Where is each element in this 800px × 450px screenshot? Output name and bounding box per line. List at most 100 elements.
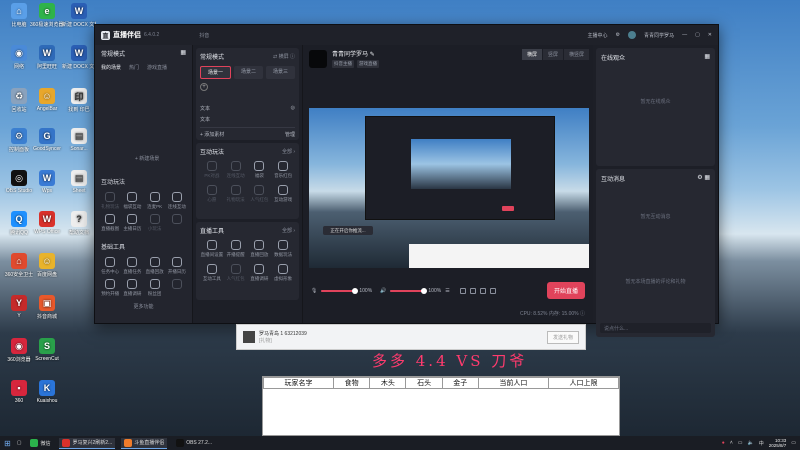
user-name[interactable]: 青青同学罗马 [644, 32, 674, 39]
desktop-shortcut[interactable]: G GoodSyncer [30, 128, 64, 152]
taskbar-app[interactable]: OBS 27.2... [173, 438, 215, 449]
scene-tab-1[interactable]: 场景一 [200, 66, 231, 79]
tool-item[interactable]: 直播间设置 [200, 240, 224, 258]
user-avatar[interactable] [628, 31, 637, 39]
tool-item[interactable]: 开播提醒 [224, 240, 248, 258]
tab-game[interactable]: 游戏直播 [147, 64, 167, 71]
desktop-shortcut[interactable]: W 新建 DOCX 文档 (2).docx [62, 45, 96, 70]
anchor-center-link[interactable]: 主播中心 [588, 32, 608, 39]
scene-tab-2[interactable]: 场景二 [234, 66, 263, 79]
clock[interactable]: 10:33 2025/8/7 [769, 438, 787, 448]
tab-my-scenes[interactable]: 我的场景 [101, 64, 121, 71]
network-icon[interactable]: ▭ [738, 440, 743, 446]
taskbar-app[interactable]: 微信 [27, 438, 53, 449]
tool-item[interactable]: 任务中心 [99, 257, 121, 275]
desktop-shortcut[interactable]: ☺ 百度网盘 [30, 253, 64, 278]
tool-item[interactable] [166, 279, 188, 297]
eye-icon[interactable]: ◎ [291, 105, 295, 112]
taskbar-app[interactable]: 罗马复兴2刷新2... [59, 437, 116, 449]
desktop-shortcut[interactable]: S ScreenCut [30, 338, 64, 362]
new-scene-button[interactable]: + 新建场景 [135, 155, 159, 162]
tool-item[interactable]: 福袋互动 [121, 192, 143, 210]
taskbar-app[interactable]: 斗鱼直播伴侣 [121, 437, 168, 449]
close-icon[interactable]: ✕ [708, 32, 712, 38]
tool-item[interactable]: 主播日历 [121, 214, 143, 232]
mode-landscape[interactable]: 横屏 [521, 49, 542, 60]
source-row-1[interactable]: 文本 ◎ [200, 103, 295, 114]
tool-item[interactable]: 直播回放 [248, 240, 272, 258]
tab-hot[interactable]: 热门 [129, 64, 139, 71]
screenshot-icon[interactable] [469, 287, 476, 294]
tool-item[interactable]: 预约开播 [99, 279, 121, 297]
message-input[interactable]: 说点什么... [600, 323, 711, 333]
tool-item[interactable]: 直播任务 [121, 257, 143, 275]
desktop-shortcut[interactable]: 印找到 印巴 [62, 88, 96, 113]
tool-item[interactable]: PK对战 [200, 161, 224, 179]
interactive-more-link[interactable]: 全部 › [282, 148, 295, 155]
tool-item[interactable]: 数据玩法 [271, 240, 295, 258]
start-live-button[interactable]: 开始直播 [546, 282, 585, 299]
desktop-shortcut[interactable]: ▤ Sheet [62, 170, 96, 194]
speaker-icon[interactable]: 🔊 [380, 288, 386, 294]
tool-item[interactable] [166, 214, 188, 232]
tool-item[interactable]: 人气红包 [248, 185, 272, 203]
anchor-avatar[interactable] [309, 49, 327, 68]
tool-item[interactable]: 人气红包 [224, 264, 248, 282]
add-scene-icon[interactable]: + [200, 83, 208, 91]
tool-item[interactable]: 连线互动 [166, 192, 188, 210]
viewers-expand-icon[interactable]: ▦ [704, 53, 710, 62]
volume-icon[interactable]: 🔈 [747, 440, 753, 446]
send-gift-button[interactable]: 发送礼物 [546, 330, 579, 344]
tool-item[interactable]: 互动工具 [200, 264, 224, 282]
minimize-icon[interactable]: — [682, 32, 687, 38]
settings-icon[interactable]: ⚙ [616, 32, 620, 38]
tool-item[interactable]: 心愿 [200, 185, 224, 203]
scene-tab-3[interactable]: 场景三 [266, 66, 295, 79]
anchor-tag[interactable]: 游戏直播 [357, 60, 379, 68]
manage-source-button[interactable]: 管理 [285, 131, 295, 138]
more-features-button[interactable]: 更多功能 [95, 303, 192, 310]
tool-item[interactable]: 音乐红包 [271, 161, 295, 179]
tool-item[interactable]: 虚拟形象 [271, 264, 295, 282]
anchor-tag[interactable]: 抖音主播 [332, 60, 354, 68]
desktop-shortcut[interactable]: W 新建 DOCX 文档.docx [62, 3, 96, 28]
desktop-shortcut[interactable]: e 360极速浏览器X [30, 3, 64, 28]
tool-item[interactable]: 福袋 [248, 161, 272, 179]
add-source-button[interactable]: + 添加素材 [200, 131, 224, 138]
stream-preview[interactable]: 正在开启你推流... ➤ [309, 108, 589, 268]
tray-up-icon[interactable]: ˄ [730, 440, 733, 446]
mode-portrait[interactable]: 竖屏 [542, 49, 563, 60]
tool-item[interactable]: 直播回放 [144, 257, 166, 275]
tool-item[interactable]: 粉丝团 [144, 279, 166, 297]
speaker-slider[interactable] [390, 287, 428, 294]
notification-icon[interactable]: ▭ [791, 440, 796, 446]
tool-item[interactable]: 直播调研 [248, 264, 272, 282]
source-row-2[interactable]: 文本 [200, 114, 295, 125]
desktop-shortcut[interactable]: K Kuaishou [30, 380, 64, 404]
settings-small-icon[interactable] [489, 287, 496, 294]
start-icon[interactable]: ⊞ [4, 439, 11, 448]
desktop-shortcut[interactable]: ? 帮助文档 [62, 211, 96, 236]
orientation-toggle[interactable]: ⇄ 横屏 ⓘ [273, 53, 295, 60]
grid-icon[interactable]: ▦ [180, 49, 186, 58]
speaker-slider-knob[interactable] [421, 287, 428, 294]
desktop-shortcut[interactable]: ▣ 抖音商城 [30, 295, 64, 320]
mic-slider[interactable] [321, 287, 359, 294]
desktop-shortcut[interactable]: W 阿里旺旺 [30, 45, 64, 70]
desktop-shortcut[interactable]: W Wps [30, 170, 64, 194]
tray-app-icon[interactable]: ● [722, 440, 725, 446]
edit-icon[interactable]: ✎ [370, 52, 375, 58]
tool-item[interactable]: 小玩法 [144, 214, 166, 232]
task-view-icon[interactable]: ▢ [17, 440, 22, 446]
tool-item[interactable]: 礼物玩法 [99, 192, 121, 210]
tool-item[interactable]: 开播日历 [166, 257, 188, 275]
record-icon[interactable] [459, 287, 466, 294]
camera-icon[interactable] [479, 287, 486, 294]
desktop-shortcut[interactable]: ☺ AngelBar [30, 88, 64, 112]
mixer-icon[interactable]: ☰ [445, 288, 449, 294]
mode-both[interactable]: 横竖屏 [563, 49, 589, 60]
maximize-icon[interactable]: ▢ [695, 32, 700, 38]
tool-item[interactable]: 礼物玩法 [224, 185, 248, 203]
mode-selector[interactable]: 常规模式 ▦ [95, 45, 192, 62]
messages-settings-icon[interactable]: ⚙ ▦ [697, 174, 710, 183]
